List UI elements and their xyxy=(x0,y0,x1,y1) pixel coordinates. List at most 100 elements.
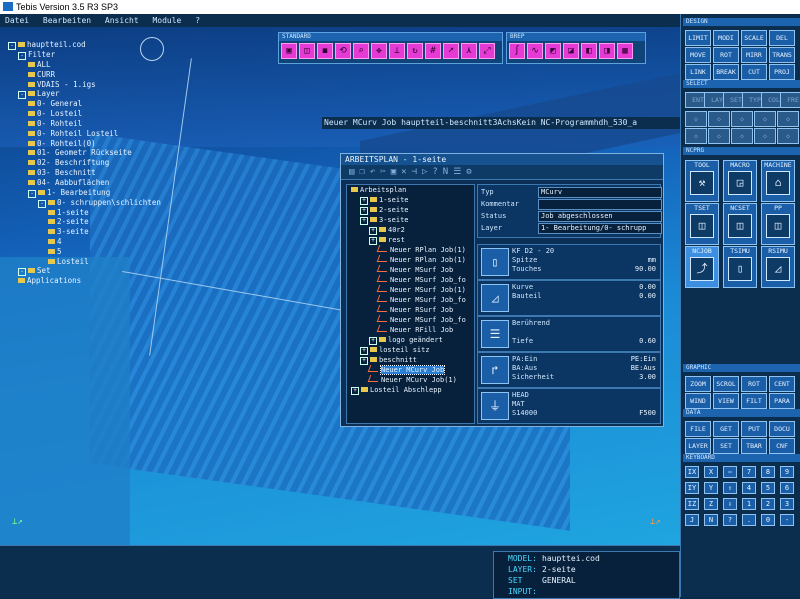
nc-parameter-panel[interactable]: ◿ Kurve 0.00 Bauteil 0.00 xyxy=(477,280,661,316)
expand-icon[interactable]: + xyxy=(369,337,377,345)
refresh-icon[interactable]: ↻ xyxy=(407,43,423,59)
key-button[interactable]: - xyxy=(780,514,794,526)
menu-datei[interactable]: Datei xyxy=(5,16,29,25)
surface4-icon[interactable]: ◨ xyxy=(599,43,615,59)
prop-kommentar-field[interactable] xyxy=(538,199,662,210)
key-button[interactable]: 3 xyxy=(780,498,794,510)
data-docu-button[interactable]: DOCU xyxy=(769,421,795,437)
insert-icon[interactable]: ⊣ xyxy=(412,167,417,177)
data-cnf-button[interactable]: CNF xyxy=(769,438,795,454)
curve-icon[interactable]: ∫ xyxy=(509,43,525,59)
head-icon[interactable]: ⏚ xyxy=(481,392,509,420)
undo-icon[interactable]: ↶ xyxy=(370,167,375,177)
expand-icon[interactable]: + xyxy=(369,227,377,235)
expand-icon[interactable]: - xyxy=(8,42,16,50)
expand-icon[interactable]: + xyxy=(369,237,377,245)
graphic-scrol-button[interactable]: SCROL xyxy=(713,376,739,392)
graphic-rot-button[interactable]: ROT xyxy=(741,376,767,392)
menu-help[interactable]: ? xyxy=(195,16,200,25)
zoom-icon[interactable]: ⌕ xyxy=(353,43,369,59)
tree-item[interactable]: 2-seite xyxy=(8,217,238,227)
surface-icon[interactable]: ◩ xyxy=(545,43,561,59)
expand-icon[interactable]: + xyxy=(360,197,368,205)
tree-item[interactable]: - Layer xyxy=(8,89,238,100)
nc-pp-button[interactable]: PP ◫ xyxy=(761,203,795,245)
tree-item[interactable]: 4 xyxy=(8,237,238,247)
expand-icon[interactable]: + xyxy=(360,207,368,215)
select-tool-icon[interactable]: ◇ xyxy=(754,128,776,144)
key-button[interactable]: 9 xyxy=(780,466,794,478)
help-icon[interactable]: ? xyxy=(432,167,437,177)
menu-bearbeiten[interactable]: Bearbeiten xyxy=(43,16,91,25)
nc-macro-button[interactable]: MACRO ◲ xyxy=(723,160,757,202)
arrow-icon[interactable]: ➚ xyxy=(443,43,459,59)
arbeitsplan-item[interactable]: Neuer RPlan Job(1) xyxy=(347,245,474,255)
data-tbar-button[interactable]: TBAR xyxy=(741,438,767,454)
nc-ncset-button[interactable]: NCSET ◫ xyxy=(723,203,757,245)
design-proj-button[interactable]: PROJ xyxy=(769,64,795,80)
expand-icon[interactable]: - xyxy=(28,189,36,198)
key-button[interactable]: ⇩ xyxy=(723,498,737,510)
surface3-icon[interactable]: ◧ xyxy=(581,43,597,59)
select-tool-icon[interactable]: ◇ xyxy=(685,111,707,127)
tree-item[interactable]: - 0- schruppen\schlichten xyxy=(8,198,238,208)
arbeitsplan-item[interactable]: Neuer RPlan Job(1) xyxy=(347,255,474,265)
list-icon[interactable]: ☰ xyxy=(453,167,461,177)
data-file-button[interactable]: FILE xyxy=(685,421,711,437)
design-trans-button[interactable]: TRANS xyxy=(769,47,795,63)
nc-tsimu-button[interactable]: TSIMU ▯ xyxy=(723,246,757,288)
tree-item[interactable]: - hauptteil.cod xyxy=(8,40,238,50)
key-button[interactable]: 6 xyxy=(780,482,794,494)
tree-item[interactable]: CURR xyxy=(8,70,238,80)
key-button[interactable]: ⇦ xyxy=(723,466,737,478)
copy-icon[interactable]: ❐ xyxy=(359,167,364,177)
tree-item[interactable]: 0- General xyxy=(8,99,238,109)
arbeitsplan-item[interactable]: Neuer RFill Job xyxy=(347,325,474,335)
data-set-button[interactable]: SET xyxy=(713,438,739,454)
key-button[interactable]: IZ xyxy=(685,498,699,510)
axis-icon[interactable]: ⊥ xyxy=(389,43,405,59)
arbeitsplan-item[interactable]: + logo geändert xyxy=(347,335,474,345)
new-folder-icon[interactable]: ▤ xyxy=(349,167,354,177)
arbeitsplan-item[interactable]: Arbeitsplan xyxy=(347,185,474,195)
pan-icon[interactable]: ✥ xyxy=(371,43,387,59)
key-button[interactable]: N xyxy=(704,514,718,526)
expand-icon[interactable]: - xyxy=(18,91,26,100)
arbeitsplan-item[interactable]: + losteil sitz xyxy=(347,345,474,355)
key-button[interactable]: 5 xyxy=(761,482,775,494)
expand-icon[interactable]: - xyxy=(38,199,46,208)
delete-icon[interactable]: ✕ xyxy=(401,167,406,177)
arbeitsplan-item[interactable]: Neuer MSurf Job_fo xyxy=(347,315,474,325)
tree-item[interactable]: - Filter xyxy=(8,50,238,60)
graphic-zoom-button[interactable]: ZOOM xyxy=(685,376,711,392)
grid-icon[interactable]: # xyxy=(425,43,441,59)
select-tool-icon[interactable]: ◇ xyxy=(754,111,776,127)
key-button[interactable]: 2 xyxy=(761,498,775,510)
key-button[interactable]: 4 xyxy=(742,482,756,494)
nc-rsimu-button[interactable]: RSIMU ◿ xyxy=(761,246,795,288)
tree-item[interactable]: 0- Rohteil Losteil xyxy=(8,129,238,139)
expand-icon[interactable]: - xyxy=(18,268,26,277)
tree-item[interactable]: Applications xyxy=(8,276,238,286)
arbeitsplan-item[interactable]: Neuer RSurf Job xyxy=(347,305,474,315)
expand-icon[interactable]: + xyxy=(360,217,368,225)
prop-status-field[interactable]: Job abgeschlossen xyxy=(538,211,662,222)
design-rot-button[interactable]: ROT xyxy=(713,47,739,63)
expand-icon[interactable]: + xyxy=(360,347,368,355)
arbeitsplan-item[interactable]: +2-seite xyxy=(347,205,474,215)
select-tool-icon[interactable]: ◇ xyxy=(777,111,799,127)
key-button[interactable]: 0 xyxy=(761,514,775,526)
arbeitsplan-item[interactable]: Neuer MCurv Job xyxy=(347,365,474,375)
tree-item[interactable]: 02- Beschriftung xyxy=(8,158,238,168)
tree-item[interactable]: 0- Rohteil xyxy=(8,119,238,129)
cube-icon[interactable]: ▣ xyxy=(281,43,297,59)
tree-item[interactable]: 3-seite xyxy=(8,227,238,237)
key-button[interactable]: Z xyxy=(704,498,718,510)
select-tool-icon[interactable]: ◇ xyxy=(731,128,753,144)
arbeitsplan-item[interactable]: +40r2 xyxy=(347,225,474,235)
nc-parameter-panel[interactable]: ▯ KF D2 - 20 Spitze mm Touches 90.00 xyxy=(477,244,661,280)
expand-icon[interactable]: + xyxy=(360,357,368,365)
design-limit-button[interactable]: LIMIT xyxy=(685,30,711,46)
data-get-button[interactable]: GET xyxy=(713,421,739,437)
design-scale-button[interactable]: SCALE xyxy=(741,30,767,46)
